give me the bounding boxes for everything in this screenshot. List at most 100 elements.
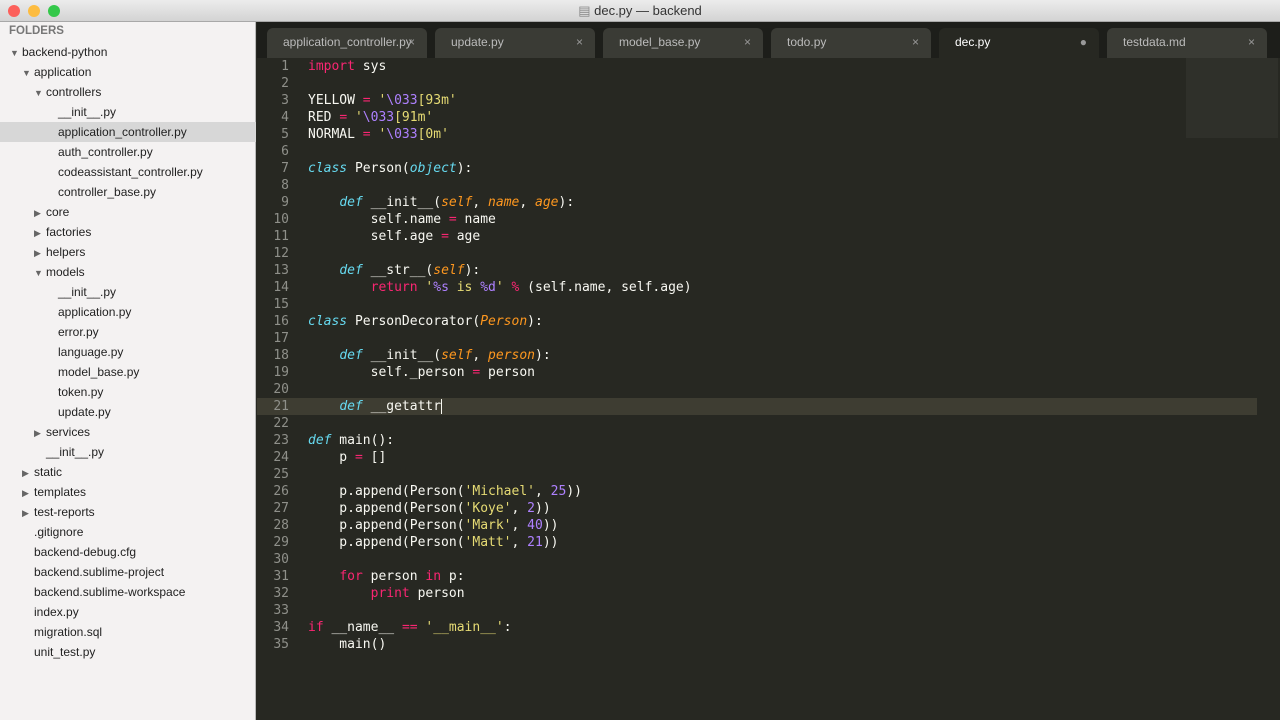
code-text: RED = '\033[91m' [308,109,433,126]
code-token: def [339,348,363,363]
sidebar-item[interactable]: language.py [0,342,256,362]
code-token: [0m' [417,127,449,142]
sidebar-item[interactable]: application_controller.py [0,122,256,142]
code-token: __str__( [362,263,434,278]
code-token: ): [456,161,473,176]
code-token: 'Mark' [464,518,512,533]
line-number: 31 [273,569,289,584]
sidebar-item[interactable]: controller_base.py [0,182,256,202]
sidebar-item[interactable]: .gitignore [0,522,256,542]
tab[interactable]: dec.py ● [939,28,1099,58]
tab[interactable]: todo.py × [771,28,931,58]
code-token: Person( [347,161,410,176]
sidebar-item[interactable]: ▼ controllers [0,82,256,102]
minimize-window-button[interactable] [28,5,40,17]
unsaved-dot-icon[interactable]: ● [1080,28,1087,56]
sidebar-item[interactable]: model_base.py [0,362,256,382]
sidebar-item[interactable]: ▼ backend-python [0,42,256,62]
sidebar-item[interactable]: __init__.py [0,282,256,302]
code-token: for [339,569,363,584]
disclosure-closed-icon[interactable]: ▶ [34,243,46,263]
sidebar-item[interactable]: application.py [0,302,256,322]
disclosure-closed-icon[interactable]: ▶ [34,423,46,443]
code-token: : [503,620,512,635]
disclosure-open-icon[interactable]: ▼ [10,43,22,63]
sidebar-item[interactable]: codeassistant_controller.py [0,162,256,182]
disclosure-closed-icon[interactable]: ▶ [22,483,34,503]
sidebar-item[interactable]: unit_test.py [0,642,256,662]
line-number: 2 [281,76,289,91]
close-tab-icon[interactable]: × [576,28,583,56]
sidebar-item[interactable]: ▶ static [0,462,256,482]
disclosure-open-icon[interactable]: ▼ [34,263,46,283]
tab[interactable]: update.py × [435,28,595,58]
code-line: 27 p.append(Person('Koye', 2)) [257,500,1257,517]
line-number: 32 [273,586,289,601]
window-title: dec.py — backend [594,3,702,18]
maximize-window-button[interactable] [48,5,60,17]
code-line: 28 p.append(Person('Mark', 40)) [257,517,1257,534]
code-token: age [535,195,559,210]
sidebar-item[interactable]: token.py [0,382,256,402]
code-token: self [441,348,473,363]
code-token: main(): [331,433,395,448]
sidebar-item[interactable]: __init__.py [0,102,256,122]
code-token: \033 [386,93,418,108]
sidebar-item-label: core [46,205,70,219]
code-editor[interactable]: 1 import sys 2 3 YELLOW = '\033[93m' 4 RED = '… [257,58,1280,720]
code-token: p.append(Person( [308,535,465,550]
sidebar-item[interactable]: ▶ test-reports [0,502,256,522]
sidebar-item[interactable]: ▶ templates [0,482,256,502]
code-token: %d [480,280,496,295]
sidebar-item[interactable]: ▶ factories [0,222,256,242]
disclosure-closed-icon[interactable]: ▶ [34,223,46,243]
code-token: YELLOW [308,93,363,108]
sidebar-item[interactable]: backend.sublime-workspace [0,582,256,602]
code-token: __name__ [323,620,402,635]
disclosure-closed-icon[interactable]: ▶ [34,203,46,223]
code-line: 18 def __init__(self, person): [257,347,1257,364]
tab[interactable]: application_controller.py × [267,28,427,58]
code-line: 3 YELLOW = '\033[93m' [257,92,1257,109]
close-tab-icon[interactable]: × [912,28,919,56]
code-token: is [448,280,481,295]
sidebar-item[interactable]: ▼ application [0,62,256,82]
code-text: self._person = person [308,364,535,381]
sidebar-item[interactable]: ▶ core [0,202,256,222]
line-number: 9 [281,195,289,210]
code-line: 13 def __str__(self): [257,262,1257,279]
code-line: 24 p = [] [257,449,1257,466]
sidebar-item[interactable]: index.py [0,602,256,622]
disclosure-open-icon[interactable]: ▼ [34,83,46,103]
sidebar-item[interactable]: backend-debug.cfg [0,542,256,562]
minimap[interactable] [1186,58,1278,138]
sidebar-item[interactable]: auth_controller.py [0,142,256,162]
tab[interactable]: testdata.md × [1107,28,1267,58]
line-number: 13 [273,263,289,278]
sidebar-item[interactable]: __init__.py [0,442,256,462]
line-number: 7 [281,161,289,176]
close-tab-icon[interactable]: × [744,28,751,56]
sidebar-item[interactable]: ▶ helpers [0,242,256,262]
code-token: ' [370,93,387,108]
sidebar-item-label: update.py [58,405,111,419]
code-token: ' [495,280,504,295]
code-token: = [362,93,371,108]
disclosure-closed-icon[interactable]: ▶ [22,463,34,483]
disclosure-closed-icon[interactable]: ▶ [22,503,34,523]
disclosure-open-icon[interactable]: ▼ [22,63,34,83]
close-window-button[interactable] [8,5,20,17]
close-tab-icon[interactable]: × [1248,28,1255,56]
sidebar-item[interactable]: update.py [0,402,256,422]
sidebar-item[interactable]: ▼ models [0,262,256,282]
code-line: 1 import sys [257,58,1257,75]
sidebar-item[interactable]: error.py [0,322,256,342]
sidebar-item[interactable]: ▶ services [0,422,256,442]
sidebar-item[interactable]: backend.sublime-project [0,562,256,582]
code-token: name [488,195,520,210]
line-number: 21 [273,399,289,414]
sidebar-item[interactable]: migration.sql [0,622,256,642]
close-tab-icon[interactable]: × [408,28,415,56]
tab[interactable]: model_base.py × [603,28,763,58]
